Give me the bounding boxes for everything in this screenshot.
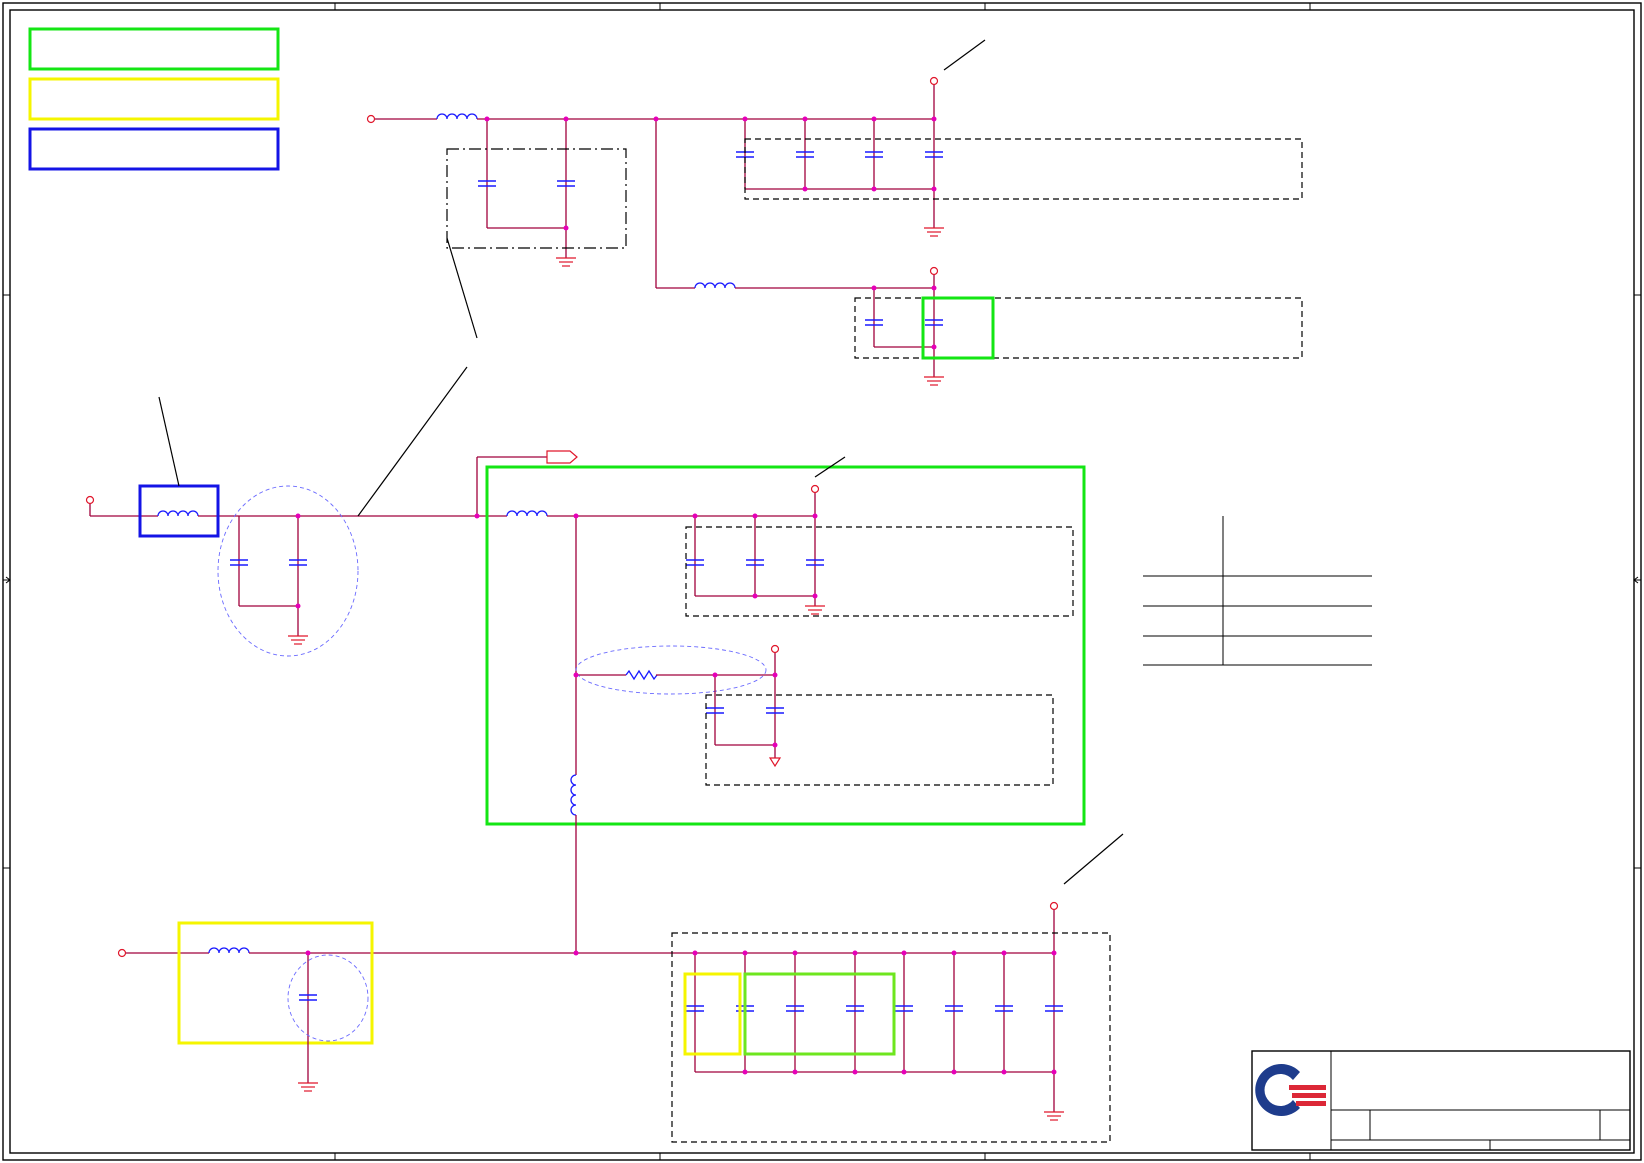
power-port-icon — [117, 948, 127, 958]
inductor-icon — [157, 510, 199, 517]
inductor-icon — [208, 947, 250, 954]
inductor-icon — [436, 113, 478, 120]
power-port-icon — [770, 644, 780, 654]
decoupling-group-box — [685, 526, 1074, 617]
center-regulator-block — [485, 465, 1086, 953]
power-port-icon — [929, 76, 939, 86]
decoupling-group-box — [705, 694, 1054, 786]
inductor-icon — [506, 510, 548, 517]
ground-icon — [805, 605, 825, 615]
ground-icon — [298, 1082, 318, 1092]
power-port-icon — [366, 114, 376, 124]
ground-icon — [768, 757, 782, 768]
quanta-logo-icon — [1255, 1064, 1326, 1116]
power-port-icon — [810, 484, 820, 494]
top-power-rail — [366, 76, 1303, 386]
legend-green-box — [28, 27, 280, 71]
schematic-sheet — [2, 2, 1642, 1161]
resistor-icon — [625, 669, 658, 681]
bottom-power-rail — [117, 901, 1111, 1143]
lime-highlight-box — [743, 972, 896, 1056]
power-port-icon — [1049, 901, 1059, 911]
ground-icon — [556, 257, 576, 267]
revision-table — [1143, 516, 1372, 666]
highlight-ellipse — [287, 954, 369, 1042]
main-input-rail — [85, 450, 578, 657]
power-port-icon — [929, 266, 939, 276]
highlight-ellipse — [575, 645, 767, 695]
ground-icon — [924, 376, 944, 386]
annotation-leaders — [158, 39, 1124, 885]
decoupling-group-box — [744, 138, 1303, 200]
title-block — [1251, 1050, 1631, 1151]
ground-icon — [1044, 1111, 1064, 1121]
inductor-icon — [694, 282, 736, 289]
legend-yellow-box — [28, 77, 280, 121]
legend-blue-box — [28, 127, 280, 171]
decoupling-group-box — [446, 148, 627, 249]
inductor-icon — [570, 774, 577, 816]
yellow-highlight-box — [177, 921, 374, 1045]
sheet-border — [2, 2, 1642, 1161]
yellow-highlight-box — [683, 972, 742, 1056]
ground-icon — [924, 227, 944, 237]
offpage-connector-icon — [546, 450, 578, 464]
ground-icon — [288, 635, 308, 645]
power-port-icon — [85, 495, 95, 505]
decoupling-group-box — [671, 932, 1111, 1143]
blue-highlight-box — [138, 484, 220, 538]
